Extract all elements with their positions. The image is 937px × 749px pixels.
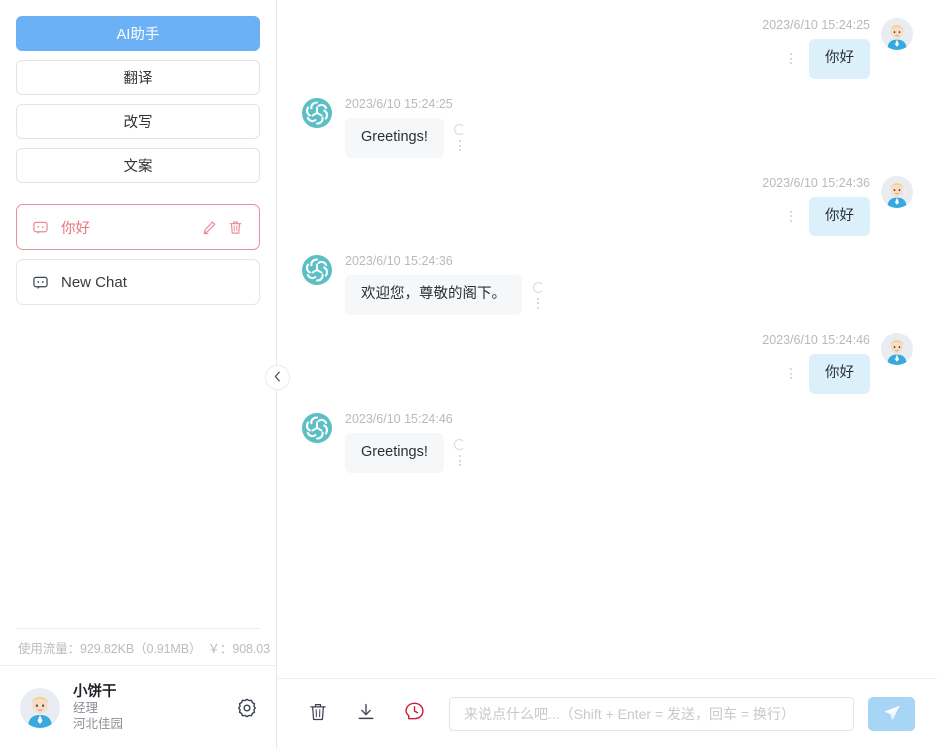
avatar [881, 18, 913, 50]
more-options-icon[interactable] [458, 455, 461, 467]
chat-history-button[interactable] [397, 697, 431, 731]
mode-button-rewrite[interactable]: 改写 [16, 104, 260, 139]
message-timestamp: 2023/6/10 15:24:46 [762, 333, 870, 347]
chat-application: AI助手 翻译 改写 文案 你好 New Chat 使用流量：929.82KB（… [0, 0, 937, 749]
message-bubble: 你好 [809, 196, 870, 237]
history-clock-icon [404, 701, 425, 727]
sidebar: AI助手 翻译 改写 文案 你好 New Chat 使用流量：929.82KB（… [0, 0, 277, 749]
download-icon [356, 702, 376, 727]
regenerate-icon[interactable] [454, 439, 466, 451]
mode-button-group: AI助手 翻译 改写 文案 [16, 16, 260, 183]
message-bubble: 你好 [809, 39, 870, 79]
message-content: 2023/6/10 15:24:25 你好 [762, 18, 870, 79]
message-bubble: Greetings! [345, 432, 444, 473]
message-bubble: 欢迎您，尊敬的阁下。 [345, 275, 522, 315]
usage-stats: 使用流量：929.82KB（0.91MB） ￥：908.03 [16, 628, 270, 665]
message-row: 2023/6/10 15:24:25 你好 [301, 18, 913, 79]
more-options-icon[interactable] [790, 210, 792, 222]
message-timestamp: 2023/6/10 15:24:46 [345, 411, 453, 426]
bubble-row: Greetings! [345, 117, 470, 158]
bot-avatar [301, 97, 333, 129]
avatar [20, 687, 60, 728]
message-timestamp: 2023/6/10 15:24:25 [762, 18, 870, 32]
message-content: 2023/6/10 15:24:46 你好 [762, 333, 870, 394]
bubble-row: 欢迎您，尊敬的阁下。 [345, 275, 548, 315]
message-content: 2023/6/10 15:24:25 Greetings! [345, 97, 470, 158]
message-list: 2023/6/10 15:24:25 你好 2023/6/10 15:24:25… [277, 0, 937, 678]
message-content: 2023/6/10 15:24:36 你好 [762, 176, 870, 237]
user-profile[interactable]: 小饼干 经理 河北佳园 [0, 665, 276, 749]
mode-button-label: AI助手 [116, 27, 160, 43]
message-actions [450, 439, 470, 467]
clear-chat-button[interactable] [301, 697, 335, 731]
chat-list: 你好 New Chat [16, 204, 260, 305]
delete-icon[interactable] [228, 220, 243, 235]
message-row: 2023/6/10 15:24:36 欢迎您，尊敬的阁下。 [301, 254, 913, 315]
more-options-icon[interactable] [458, 140, 461, 152]
message-timestamp: 2023/6/10 15:24:25 [345, 96, 453, 111]
bot-avatar [301, 254, 333, 286]
profile-org: 河北佳园 [73, 716, 124, 731]
message-content: 2023/6/10 15:24:36 欢迎您，尊敬的阁下。 [345, 254, 548, 315]
chat-main: 2023/6/10 15:24:25 你好 2023/6/10 15:24:25… [277, 0, 937, 749]
mode-button-copywriting[interactable]: 文案 [16, 148, 260, 183]
profile-name: 小饼干 [73, 683, 117, 700]
chat-list-item-new-chat[interactable]: New Chat [16, 259, 260, 305]
profile-meta: 小饼干 经理 河北佳园 [73, 683, 223, 732]
send-button[interactable] [868, 697, 915, 731]
avatar [881, 333, 913, 365]
mode-button-label: 改写 [123, 115, 153, 131]
bubble-row: Greetings! [345, 432, 470, 473]
regenerate-icon[interactable] [454, 124, 466, 136]
message-row: 2023/6/10 15:24:25 Greetings! [301, 97, 913, 158]
more-options-icon[interactable] [790, 53, 792, 65]
message-timestamp: 2023/6/10 15:24:36 [345, 254, 453, 269]
message-actions [781, 210, 801, 222]
export-chat-button[interactable] [349, 697, 383, 731]
message-timestamp: 2023/6/10 15:24:36 [762, 175, 870, 190]
edit-icon[interactable] [202, 220, 217, 235]
chevron-left-icon [273, 369, 282, 387]
mode-button-translate[interactable]: 翻译 [16, 60, 260, 95]
bubble-row: 你好 [781, 354, 870, 394]
send-plane-icon [882, 703, 902, 726]
mode-button-ai-assistant[interactable]: AI助手 [16, 16, 260, 51]
chat-item-actions [202, 220, 243, 235]
more-options-icon[interactable] [537, 297, 539, 309]
bubble-row: 你好 [781, 39, 870, 79]
message-actions [781, 368, 801, 380]
chat-list-item-nihao[interactable]: 你好 [16, 204, 260, 250]
bot-avatar [301, 412, 333, 444]
message-input[interactable] [449, 697, 854, 731]
message-bubble: 你好 [809, 354, 870, 394]
mode-button-label: 翻译 [123, 71, 153, 87]
chat-list-item-label: New Chat [61, 273, 127, 291]
composer-input-wrapper [449, 697, 854, 731]
composer-bar [277, 678, 937, 749]
mode-button-label: 文案 [123, 159, 153, 175]
message-bubble: Greetings! [345, 117, 444, 158]
gear-icon[interactable] [236, 697, 258, 719]
message-content: 2023/6/10 15:24:46 Greetings! [345, 412, 470, 473]
more-options-icon[interactable] [790, 368, 792, 380]
profile-role: 经理 [73, 700, 99, 715]
chat-bubble-icon [33, 220, 48, 235]
regenerate-icon[interactable] [532, 281, 544, 293]
trash-icon [308, 702, 328, 727]
message-actions [781, 53, 801, 65]
chat-list-item-label: 你好 [61, 220, 90, 237]
message-row: 2023/6/10 15:24:46 你好 [301, 333, 913, 394]
avatar [881, 175, 913, 208]
chat-bubble-icon [33, 275, 48, 290]
message-actions [450, 124, 470, 152]
bubble-row: 你好 [781, 196, 870, 237]
message-row: 2023/6/10 15:24:36 你好 [301, 175, 913, 237]
message-actions [528, 281, 548, 309]
message-row: 2023/6/10 15:24:46 Greetings! [301, 412, 913, 473]
sidebar-collapse-button[interactable] [265, 365, 290, 390]
